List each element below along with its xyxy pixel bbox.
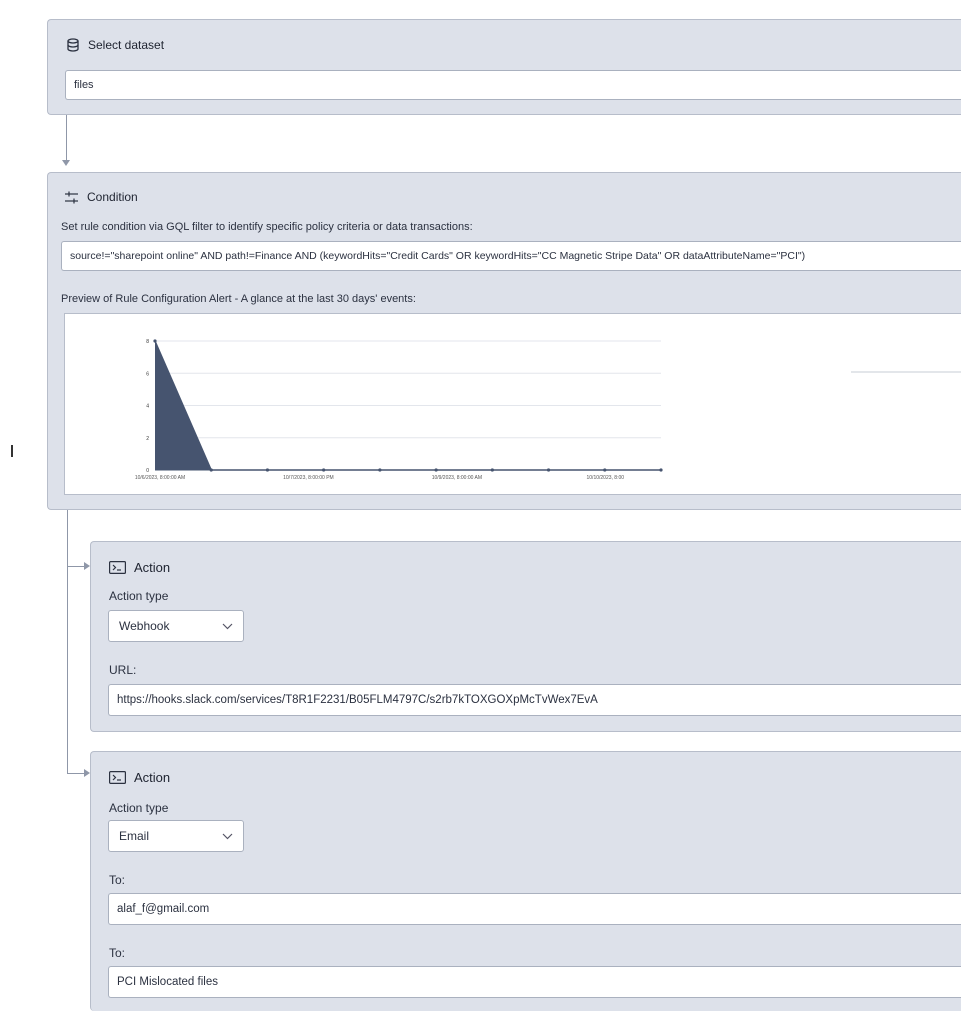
condition-panel-header: Condition [64, 190, 138, 204]
dataset-panel: Select dataset files [47, 19, 961, 115]
connector-line [66, 115, 67, 163]
data-point [490, 468, 494, 472]
preview-chart: 0 2 4 6 8 10/6/2023, 8:00:00 AM 10/7/2023, 8:0… [135, 339, 961, 481]
action2-type-value: Email [119, 829, 150, 843]
action1-type-value: Webhook [119, 619, 170, 633]
action1-url-input[interactable]: https://hooks.slack.com/services/T8R1F22… [108, 684, 961, 716]
y-tick-label: 0 [146, 468, 149, 474]
action1-type-select[interactable]: Webhook [108, 610, 244, 642]
x-tick-label: 10/6/2023, 8:00:00 AM [135, 475, 185, 481]
data-point [659, 468, 663, 472]
data-point [434, 468, 438, 472]
action-panel-email: Action Action type Email To: alaf_f@gmai… [90, 751, 961, 1011]
database-icon [66, 38, 80, 52]
y-tick-label: 4 [146, 404, 149, 410]
terminal-icon [109, 561, 126, 574]
action2-title: Action [134, 770, 171, 785]
data-point [378, 468, 382, 472]
dataset-title: Select dataset [88, 38, 165, 52]
y-tick-label: 2 [146, 436, 149, 442]
x-tick-label: 10/7/2023, 8:00:00 PM [283, 475, 334, 481]
action2-type-select[interactable]: Email [108, 820, 244, 852]
data-point [209, 468, 213, 472]
action2-header: Action [109, 770, 170, 785]
action1-url-label: URL: [109, 663, 137, 677]
data-point [322, 468, 326, 472]
preview-chart-container: 0 2 4 6 8 10/6/2023, 8:00:00 AM 10/7/2023, 8:0… [64, 313, 961, 495]
connector-arrow [62, 160, 70, 166]
condition-panel: Condition Set rule condition via GQL fil… [47, 172, 961, 510]
action2-subject-label: To: [109, 946, 126, 960]
chevron-down-icon [222, 829, 233, 843]
x-tick-label: 10/9/2023, 8:00:00 AM [432, 475, 482, 481]
x-tick-label: 10/10/2023, 8:00 [587, 475, 625, 481]
action2-subject-input[interactable]: PCI Mislocated files [108, 966, 961, 998]
preview-label: Preview of Rule Configuration Alert - A … [61, 293, 416, 305]
data-point [153, 339, 157, 343]
left-edge-mark [11, 445, 13, 457]
condition-description: Set rule condition via GQL filter to ide… [61, 221, 473, 233]
action1-header: Action [109, 560, 170, 575]
y-tick-label: 8 [146, 339, 149, 345]
action2-type-label: Action type [109, 801, 169, 815]
condition-query-input[interactable]: source!="sharepoint online" AND path!=Fi… [61, 241, 961, 271]
data-point [603, 468, 607, 472]
action-panel-webhook: Action Action type Webhook URL: https://… [90, 541, 961, 732]
action2-to-label: To: [109, 873, 126, 887]
action1-title: Action [134, 560, 171, 575]
terminal-icon [109, 771, 126, 784]
data-point [265, 468, 270, 472]
chevron-down-icon [222, 619, 233, 633]
action2-to-input[interactable]: alaf_f@gmail.com [108, 893, 961, 925]
dataset-input[interactable]: files [65, 70, 961, 100]
sliders-icon [64, 191, 79, 204]
action-connector-vertical [67, 510, 68, 773]
condition-title: Condition [87, 190, 138, 204]
data-point [546, 468, 551, 472]
y-tick-label: 6 [146, 371, 149, 377]
action1-type-label: Action type [109, 589, 169, 603]
dataset-panel-header: Select dataset [66, 38, 164, 52]
